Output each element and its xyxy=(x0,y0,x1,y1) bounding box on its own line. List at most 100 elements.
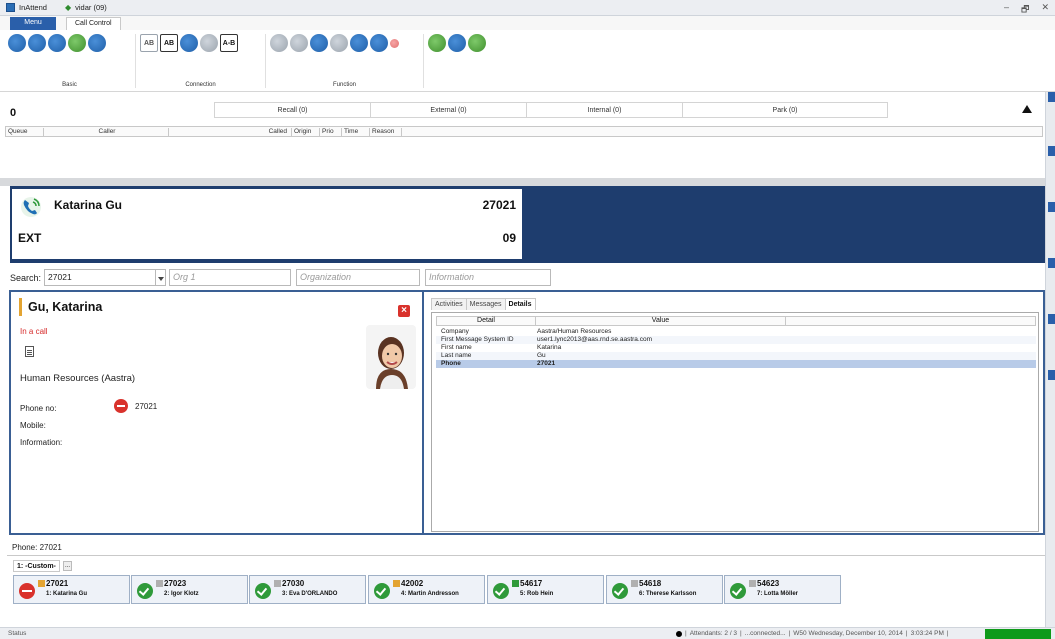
queue-table-header: Queue Caller Called Origin Prio Time Rea… xyxy=(5,126,1043,137)
record-icon[interactable] xyxy=(390,39,399,48)
tab-internal[interactable]: Internal (0) xyxy=(526,102,683,118)
hold-icon[interactable] xyxy=(68,34,86,52)
search-dropdown-icon[interactable] xyxy=(156,269,167,286)
caller-number: 27021 xyxy=(482,198,516,212)
col-queue[interactable]: Queue xyxy=(6,128,44,137)
user-icon: ◆ xyxy=(64,3,72,12)
value-cell: user1.lync2013@aas.rnd.se.aastra.com xyxy=(537,336,652,343)
information-field[interactable]: Information xyxy=(425,269,552,286)
ribbon-group-connection-label: Connection xyxy=(185,82,216,88)
side-tab-icon[interactable] xyxy=(1048,370,1055,380)
presence-square-icon xyxy=(512,580,519,587)
document-icon[interactable] xyxy=(25,346,34,357)
available-status-icon xyxy=(493,583,509,599)
speed-dial-name: 5: Rob Hein xyxy=(520,591,554,597)
more-tabs-button[interactable]: ... xyxy=(63,561,72,571)
transfer-icon[interactable] xyxy=(48,34,66,52)
table-row[interactable]: Company Aastra/Human Resources xyxy=(436,328,1036,336)
ab-icon[interactable]: AB xyxy=(140,34,158,52)
presence-square-icon xyxy=(631,580,638,587)
speed-dial-button[interactable]: 54618 6: Therese Karlsson xyxy=(606,575,723,604)
connect-disabled-icon[interactable] xyxy=(200,34,218,52)
col-time[interactable]: Time xyxy=(342,128,370,137)
tab-recall[interactable]: Recall (0) xyxy=(214,102,371,118)
speed-dial-button[interactable]: 42002 4: Martin Andresson xyxy=(368,575,485,604)
tab-activities[interactable]: Activities xyxy=(431,298,467,310)
table-row[interactable]: First name Katarina xyxy=(436,344,1036,352)
col-prio[interactable]: Prio xyxy=(320,128,342,137)
speed-dial-number: 42002 xyxy=(401,579,424,588)
col-caller[interactable]: Caller xyxy=(44,128,169,137)
dial-icon[interactable] xyxy=(28,34,46,52)
tab-park[interactable]: Park (0) xyxy=(682,102,888,118)
answer-call-icon[interactable] xyxy=(8,34,26,52)
refresh-icon[interactable] xyxy=(468,34,486,52)
col-called[interactable]: Called xyxy=(169,128,292,137)
contact-phone[interactable]: 27021 xyxy=(135,402,157,411)
presence-bar xyxy=(19,298,22,316)
park-icon[interactable] xyxy=(88,34,106,52)
collapse-arrow-icon[interactable] xyxy=(1022,105,1032,113)
connect-icon[interactable] xyxy=(180,34,198,52)
table-row[interactable]: Last name Gu xyxy=(436,352,1036,360)
tab-external[interactable]: External (0) xyxy=(370,102,527,118)
disconnect-icon[interactable] xyxy=(448,34,466,52)
detail-cell: Last name xyxy=(441,352,472,359)
call-type: EXT xyxy=(18,231,42,245)
tab-menu[interactable]: Menu xyxy=(10,17,56,30)
speed-dial-button[interactable]: 27023 2: Igor Klotz xyxy=(131,575,248,604)
organization-field[interactable]: Organization xyxy=(296,269,421,286)
table-row[interactable]: First Message System ID user1.lync2013@a… xyxy=(436,336,1036,344)
value-cell: Katarina xyxy=(537,344,562,351)
status-bar: Status | Attendants: 2 / 3 | ...connecte… xyxy=(0,627,1055,639)
user-label: vidar (09) xyxy=(75,3,107,12)
ribbon-tabs: Menu Call Control xyxy=(0,16,1055,30)
side-tab-icon[interactable] xyxy=(1048,92,1055,102)
note-icon[interactable] xyxy=(428,34,446,52)
search-input[interactable]: 27021 xyxy=(44,269,157,286)
side-tab-icon[interactable] xyxy=(1048,146,1055,156)
presence-square-icon xyxy=(156,580,163,587)
title-bar: InAttend ◆ vidar (09) – 🗗 ✕ xyxy=(0,0,1055,16)
col-reason[interactable]: Reason xyxy=(370,128,402,137)
tab-custom[interactable]: 1: -Custom- xyxy=(13,560,60,572)
detail-cell: Company xyxy=(441,328,469,335)
side-tab-icon[interactable] xyxy=(1048,314,1055,324)
speed-dial-name: 4: Martin Andresson xyxy=(401,591,459,597)
ab-switch-icon[interactable]: AB xyxy=(160,34,178,52)
tab-details[interactable]: Details xyxy=(504,298,536,310)
divider xyxy=(7,555,1045,556)
speed-dial-button[interactable]: 27030 3: Eva D'ORLANDO xyxy=(249,575,366,604)
side-tab-icon[interactable] xyxy=(1048,202,1055,212)
conference-icon[interactable] xyxy=(310,34,328,52)
presence-square-icon xyxy=(38,580,45,587)
phone-panel-label: Phone: 27021 xyxy=(12,543,62,552)
table-row-selected[interactable]: Phone 27021 xyxy=(436,360,1036,368)
speed-dial-button[interactable]: 27021 1: Katarina Gu xyxy=(13,575,130,604)
contact-detail-panel: Gu, Katarina × In a call Human Resources… xyxy=(9,290,1045,535)
ab-join-icon[interactable]: A-B xyxy=(220,34,238,52)
available-status-icon xyxy=(612,583,628,599)
redial-icon[interactable] xyxy=(350,34,368,52)
queue-icon[interactable] xyxy=(330,34,348,52)
org-field[interactable]: Org 1 xyxy=(169,269,292,286)
col-detail[interactable]: Detail xyxy=(437,317,536,326)
connection-status: ...connected... xyxy=(744,630,786,637)
speed-dial-button[interactable]: 54617 5: Rob Hein xyxy=(487,575,604,604)
download-icon[interactable] xyxy=(290,34,308,52)
side-tab-icon[interactable] xyxy=(1048,258,1055,268)
forward-icon[interactable] xyxy=(270,34,288,52)
splitter[interactable] xyxy=(0,178,1045,186)
active-call-card[interactable]: Katarina Gu 27021 EXT 09 xyxy=(12,189,522,259)
tab-messages[interactable]: Messages xyxy=(465,298,506,310)
close-contact-icon[interactable]: × xyxy=(398,305,410,317)
available-status-icon xyxy=(137,583,153,599)
attendants-count: Attendants: 2 / 3 xyxy=(689,630,738,637)
col-value[interactable]: Value xyxy=(536,317,786,326)
tab-call-control[interactable]: Call Control xyxy=(66,17,121,30)
contact-card: Gu, Katarina × In a call Human Resources… xyxy=(11,292,424,533)
speed-dial-button[interactable]: 54623 7: Lotta Möller xyxy=(724,575,841,604)
col-origin[interactable]: Origin xyxy=(292,128,320,137)
presence-square-icon xyxy=(749,580,756,587)
block-icon[interactable] xyxy=(370,34,388,52)
